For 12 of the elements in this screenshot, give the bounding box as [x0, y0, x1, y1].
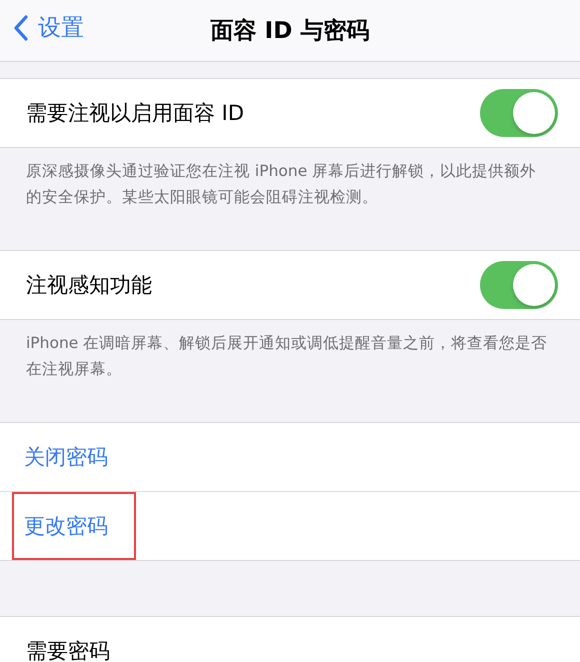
back-button[interactable]: 设置	[14, 12, 84, 43]
setting-label: 需要注视以启用面容 ID	[26, 100, 244, 127]
chevron-left-icon	[14, 14, 28, 40]
toggle-switch[interactable]	[480, 89, 558, 137]
footer-note: iPhone 在调暗屏幕、解锁后展开通知或调低提醒音量之前，将查看您是否在注视屏幕。	[25, 333, 548, 380]
setting-label: 注视感知功能	[26, 272, 152, 299]
footer-note: 原深感摄像头通过验证您在注视 iPhone 屏幕后进行解锁，以此提供额外的安全保护。某些太阳眼镜可能会阻碍注视检测。	[25, 161, 538, 208]
toggle-switch[interactable]	[480, 261, 558, 309]
page-title: 面容 ID 与密码	[210, 17, 370, 46]
setting-label[interactable]: 需要密码	[26, 637, 110, 662]
action-link[interactable]: 关闭密码	[12, 423, 136, 491]
action-link[interactable]: 更改密码	[12, 492, 136, 560]
